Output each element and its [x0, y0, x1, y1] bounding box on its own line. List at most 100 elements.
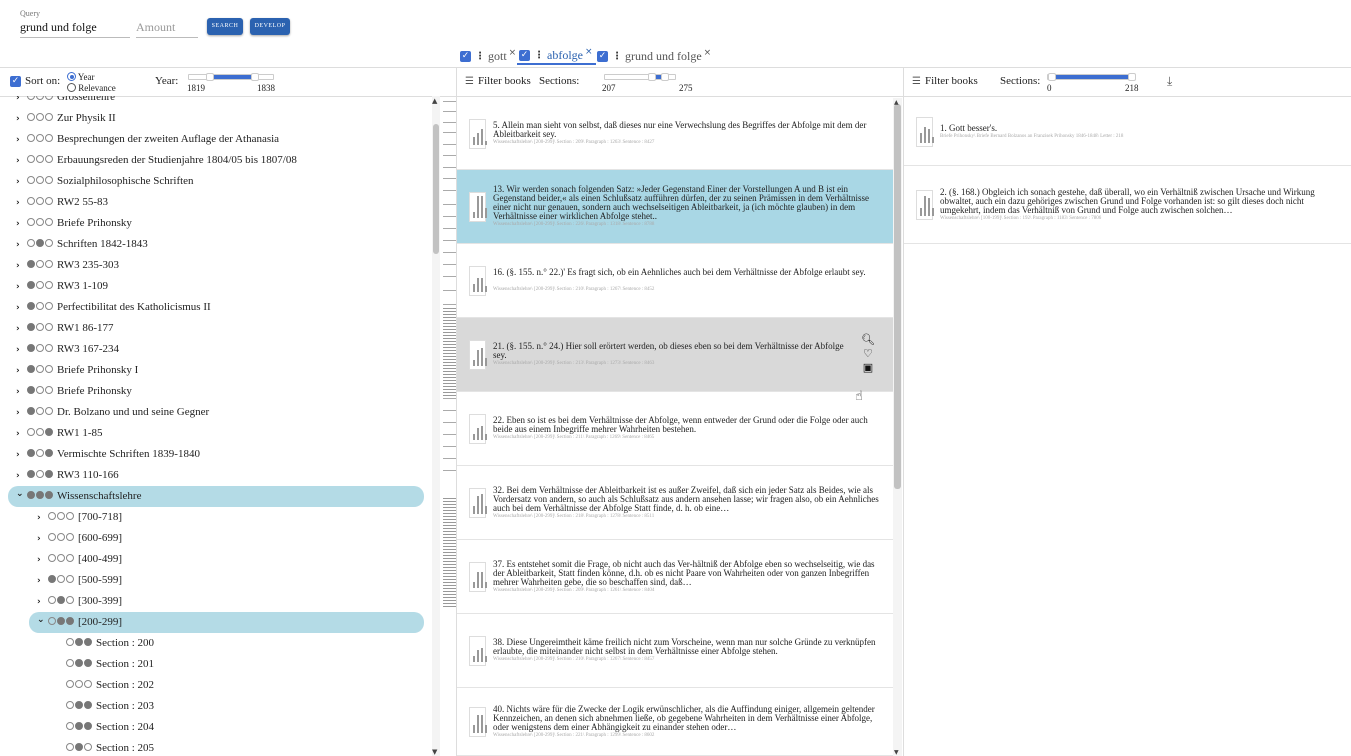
chevron-right-icon[interactable]: ›: [16, 340, 25, 361]
result-card[interactable]: 22. Eben so ist es bei dem Verhältnisse …: [457, 392, 893, 466]
mid-slider-min-handle[interactable]: [648, 73, 656, 81]
close-icon[interactable]: ×: [509, 48, 517, 58]
scroll-down-icon[interactable]: ▼: [894, 749, 899, 756]
chevron-down-icon[interactable]: ⌄: [16, 484, 25, 505]
chevron-right-icon[interactable]: ›: [16, 403, 25, 424]
chevron-right-icon[interactable]: ›: [16, 361, 25, 382]
scroll-down-icon[interactable]: ▼: [432, 748, 437, 756]
tree-node[interactable]: › RW1 1-85: [16, 423, 103, 444]
result-card[interactable]: 37. Es entstehet somit die Frage, ob nic…: [457, 540, 893, 614]
drag-handle-icon[interactable]: ⋮: [475, 51, 485, 62]
chevron-down-icon[interactable]: ⌄: [37, 610, 46, 631]
chevron-right-icon[interactable]: ›: [16, 130, 25, 151]
chevron-right-icon[interactable]: ›: [16, 424, 25, 445]
radio-button[interactable]: [67, 72, 76, 81]
result-card[interactable]: 2. (§. 168.) Obgleich ich sonach gestehe…: [904, 166, 1351, 244]
chevron-right-icon[interactable]: ›: [37, 508, 46, 529]
radio-button[interactable]: [67, 83, 76, 92]
radio-year[interactable]: Year: [67, 71, 95, 82]
tree-node[interactable]: › [500-599]: [37, 570, 122, 591]
chevron-right-icon[interactable]: ›: [16, 298, 25, 319]
radio-relevance[interactable]: Relevance: [67, 82, 116, 93]
drag-handle-icon[interactable]: ⋮: [612, 51, 622, 62]
result-minimap[interactable]: [443, 98, 457, 756]
tab-checkbox[interactable]: ✓: [519, 50, 530, 61]
year-slider-max-handle[interactable]: [251, 73, 259, 81]
tree-node[interactable]: › RW3 110-166: [16, 465, 119, 486]
tree-node[interactable]: Section : 203: [66, 696, 154, 717]
right-sections-slider[interactable]: [1047, 73, 1136, 81]
tree-node[interactable]: Section : 201: [66, 654, 154, 675]
result-card[interactable]: 13. Wir werden sonach folgenden Satz: »J…: [457, 170, 893, 244]
tree-node[interactable]: › RW3 167-234: [16, 339, 119, 360]
tree-scrollbar-thumb[interactable]: [433, 124, 439, 254]
tree-node[interactable]: ⌄ [200-299]: [29, 612, 424, 633]
mid-filter-books[interactable]: ☰ Filter books: [465, 75, 531, 87]
drag-handle-icon[interactable]: ⋮: [534, 50, 544, 61]
document-search-icon[interactable]: ▣: [861, 361, 875, 375]
tab-gott[interactable]: ✓ ⋮ gott ×: [458, 48, 519, 65]
chevron-right-icon[interactable]: ›: [16, 382, 25, 403]
year-slider[interactable]: [188, 73, 274, 81]
develop-button[interactable]: DEVELOP: [250, 18, 290, 35]
result-card[interactable]: 40. Nichts wäre für die Zwecke der Logik…: [457, 688, 893, 756]
tree-node[interactable]: › [300-399]: [37, 591, 122, 612]
result-card[interactable]: 38. Diese Ungereimtheit käme freilich ni…: [457, 614, 893, 688]
tree-node[interactable]: › RW3 235-303: [16, 255, 119, 276]
chevron-right-icon[interactable]: ›: [16, 151, 25, 172]
chevron-right-icon[interactable]: ›: [16, 277, 25, 298]
chevron-right-icon[interactable]: ›: [16, 172, 25, 193]
tree-node[interactable]: › [400-499]: [37, 549, 122, 570]
tab-abfolge[interactable]: ✓ ⋮ abfolge ×: [517, 47, 596, 65]
tree-node[interactable]: › Briefe Prihonsky: [16, 213, 132, 234]
tree-node[interactable]: › Grossenlehre: [16, 96, 115, 108]
right-filter-books[interactable]: ☰ Filter books: [912, 75, 978, 87]
chevron-right-icon[interactable]: ›: [16, 445, 25, 466]
tab-checkbox[interactable]: ✓: [460, 51, 471, 62]
query-input[interactable]: grund und folge: [20, 20, 130, 38]
year-slider-min-handle[interactable]: [206, 73, 214, 81]
mid-scrollbar-thumb[interactable]: [894, 104, 901, 489]
chevron-right-icon[interactable]: ›: [16, 109, 25, 130]
tree-node[interactable]: Section : 205: [66, 738, 154, 756]
tree-node[interactable]: › Vermischte Schriften 1839-1840: [16, 444, 200, 465]
tree-node[interactable]: › Sozialphilosophische Schriften: [16, 171, 194, 192]
tree-node[interactable]: › Briefe Prihonsky I: [16, 360, 138, 381]
scroll-up-icon[interactable]: ▲: [894, 99, 899, 106]
mid-sections-slider[interactable]: [604, 73, 676, 81]
chevron-right-icon[interactable]: ›: [16, 235, 25, 256]
sort-checkbox[interactable]: ✓: [10, 76, 21, 87]
right-slider-max-handle[interactable]: [1128, 73, 1136, 81]
tree-node[interactable]: › Schriften 1842-1843: [16, 234, 148, 255]
chevron-right-icon[interactable]: ›: [37, 529, 46, 550]
mid-slider-max-handle[interactable]: [661, 73, 669, 81]
tree-node[interactable]: › Dr. Bolzano und und seine Gegner: [16, 402, 209, 423]
close-icon[interactable]: ×: [704, 48, 712, 58]
right-slider-min-handle[interactable]: [1048, 73, 1056, 81]
tree-node[interactable]: › Briefe Prihonsky: [16, 381, 132, 402]
result-card[interactable]: 16. (§. 155. n.° 22.)' Es fragt sich, ob…: [457, 244, 893, 318]
result-card[interactable]: 32. Bei dem Verhältnisse der Ableitbarke…: [457, 466, 893, 540]
chevron-right-icon[interactable]: ›: [37, 550, 46, 571]
tree-node[interactable]: › [600-699]: [37, 528, 122, 549]
tab-checkbox[interactable]: ✓: [597, 51, 608, 62]
close-icon[interactable]: ×: [585, 47, 593, 57]
tab-grund-und-folge[interactable]: ✓ ⋮ grund und folge ×: [595, 48, 714, 65]
search-icon[interactable]: 🔍︎: [861, 333, 875, 347]
tree-node[interactable]: Section : 200: [66, 633, 154, 654]
result-card[interactable]: 5. Allein man sieht von selbst, daß dies…: [457, 98, 893, 170]
chevron-right-icon[interactable]: ›: [16, 193, 25, 214]
chevron-right-icon[interactable]: ›: [16, 214, 25, 235]
tree-node[interactable]: › [700-718]: [37, 507, 122, 528]
heart-icon[interactable]: ♡: [861, 347, 875, 361]
tree-node[interactable]: › Perfectibilitat des Katholicismus II: [16, 297, 211, 318]
amount-input[interactable]: Amount: [136, 20, 198, 38]
download-icon[interactable]: ⤓: [1167, 74, 1172, 89]
tree-node[interactable]: Section : 204: [66, 717, 154, 738]
result-card[interactable]: 1. Gott besser's. Briefe Prihonsky\ Brief…: [904, 98, 1351, 166]
search-button[interactable]: SEARCH: [207, 18, 243, 35]
tree-node[interactable]: › Zur Physik II: [16, 108, 116, 129]
tree-node[interactable]: › RW3 1-109: [16, 276, 108, 297]
tree-node[interactable]: › RW1 86-177: [16, 318, 114, 339]
scroll-up-icon[interactable]: ▲: [432, 97, 437, 105]
